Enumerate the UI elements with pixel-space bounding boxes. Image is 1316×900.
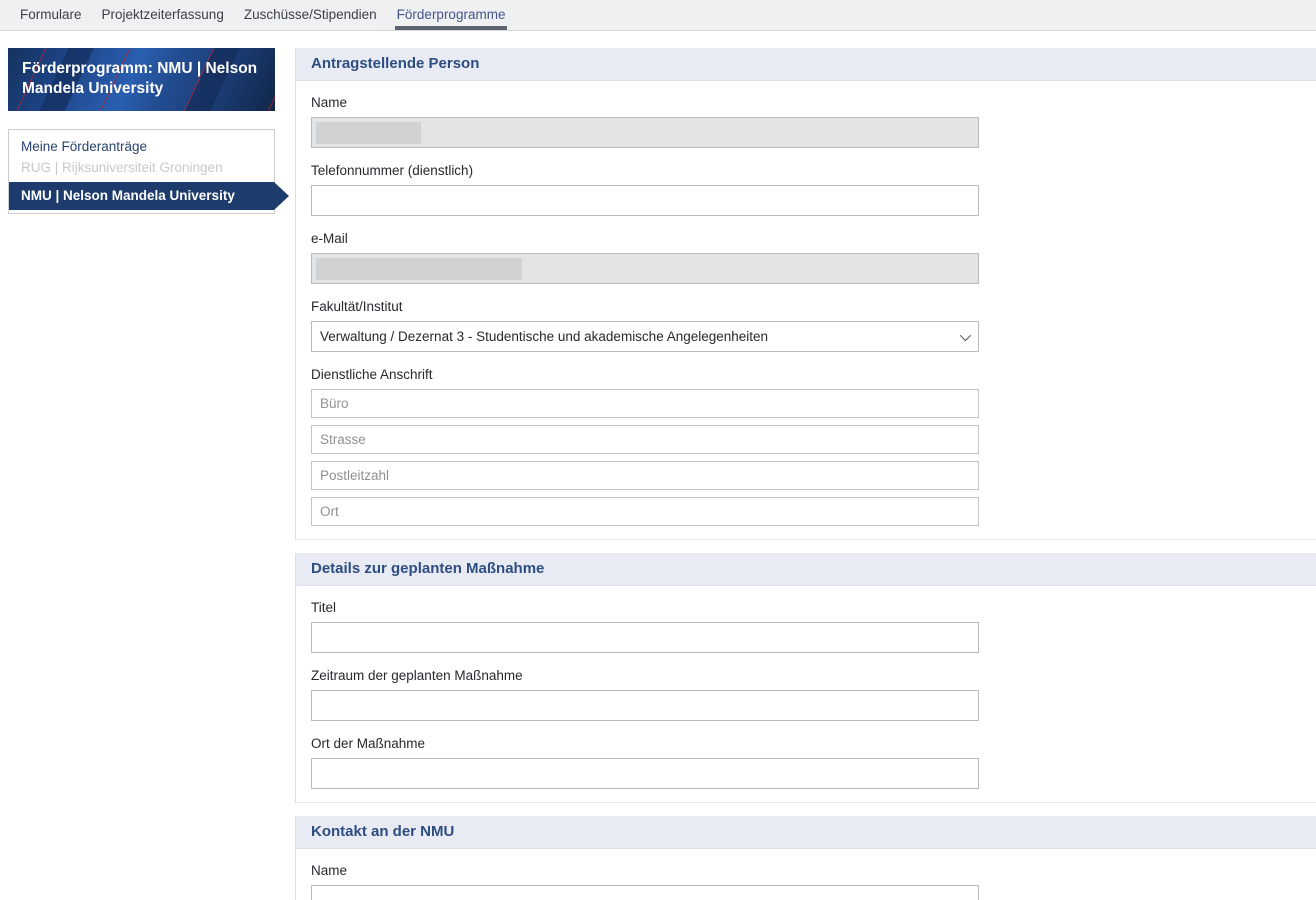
- postleitzahl-input[interactable]: [311, 461, 979, 490]
- fakultaet-institut-select[interactable]: Verwaltung / Dezernat 3 - Studentische u…: [311, 321, 979, 352]
- fakultaet-institut-label: Fakultät/Institut: [311, 299, 1300, 314]
- section-title-details-massnahme: Details zur geplanten Maßnahme: [296, 553, 1316, 586]
- email-input-disabled: [311, 253, 979, 284]
- field-ort-der-massnahme: Ort der Maßnahme: [311, 736, 1300, 789]
- main-content: Antragstellende Person Name Telefonnumme…: [295, 48, 1316, 900]
- section-kontakt-nmu: Kontakt an der NMU Name: [295, 816, 1316, 900]
- field-fakultaet-institut: Fakultät/Institut Verwaltung / Dezernat …: [311, 299, 1300, 352]
- field-titel: Titel: [311, 600, 1300, 653]
- tab-projektzeiterfassung[interactable]: Projektzeiterfassung: [100, 0, 226, 30]
- ort-der-massnahme-input[interactable]: [311, 758, 979, 789]
- telefonnummer-label: Telefonnummer (dienstlich): [311, 163, 1300, 178]
- titel-label: Titel: [311, 600, 1300, 615]
- field-kontakt-name: Name: [311, 863, 1300, 900]
- page-body: Förderprogramm: NMU | Nelson Mandela Uni…: [0, 31, 1316, 900]
- field-dienstliche-anschrift: Dienstliche Anschrift: [311, 367, 1300, 526]
- tab-formulare[interactable]: Formulare: [18, 0, 84, 30]
- tab-zuschuesse-stipendien[interactable]: Zuschüsse/Stipendien: [242, 0, 379, 30]
- buero-input[interactable]: [311, 389, 979, 418]
- sidebar-menu: Meine Förderanträge RUG | Rijksuniversit…: [8, 129, 275, 214]
- sidebar: Förderprogramm: NMU | Nelson Mandela Uni…: [8, 48, 275, 214]
- fakultaet-institut-selected-value: Verwaltung / Dezernat 3 - Studentische u…: [320, 329, 768, 344]
- strasse-input[interactable]: [311, 425, 979, 454]
- chevron-down-icon: [960, 329, 971, 340]
- section-title-kontakt-nmu: Kontakt an der NMU: [296, 816, 1316, 849]
- redacted-value: [316, 258, 522, 280]
- tab-foerderprogramme[interactable]: Förderprogramme: [395, 0, 508, 30]
- top-navigation: Formulare Projektzeiterfassung Zuschüsse…: [0, 0, 1316, 31]
- section-title-antragstellende-person: Antragstellende Person: [296, 48, 1316, 81]
- zeitraum-input[interactable]: [311, 690, 979, 721]
- program-banner-title: Förderprogramm: NMU | Nelson Mandela Uni…: [22, 60, 257, 97]
- field-telefonnummer: Telefonnummer (dienstlich): [311, 163, 1300, 216]
- sidebar-item-meine-foerderantraege[interactable]: Meine Förderanträge: [9, 136, 274, 157]
- field-email: e-Mail: [311, 231, 1300, 284]
- name-label: Name: [311, 95, 1300, 110]
- ort-der-massnahme-label: Ort der Maßnahme: [311, 736, 1300, 751]
- program-banner: Förderprogramm: NMU | Nelson Mandela Uni…: [8, 48, 275, 111]
- section-antragstellende-person: Antragstellende Person Name Telefonnumme…: [295, 48, 1316, 540]
- sidebar-item-nmu[interactable]: NMU | Nelson Mandela University: [9, 182, 274, 210]
- ort-input[interactable]: [311, 497, 979, 526]
- name-input-disabled: [311, 117, 979, 148]
- field-name: Name: [311, 95, 1300, 148]
- dienstliche-anschrift-label: Dienstliche Anschrift: [311, 367, 1300, 382]
- section-details-massnahme: Details zur geplanten Maßnahme Titel Zei…: [295, 553, 1316, 803]
- telefonnummer-input[interactable]: [311, 185, 979, 216]
- sidebar-item-rug[interactable]: RUG | Rijksuniversiteit Groningen: [9, 157, 274, 178]
- zeitraum-label: Zeitraum der geplanten Maßnahme: [311, 668, 1300, 683]
- field-zeitraum: Zeitraum der geplanten Maßnahme: [311, 668, 1300, 721]
- email-label: e-Mail: [311, 231, 1300, 246]
- titel-input[interactable]: [311, 622, 979, 653]
- redacted-value: [316, 122, 421, 144]
- kontakt-name-label: Name: [311, 863, 1300, 878]
- kontakt-name-input[interactable]: [311, 885, 979, 900]
